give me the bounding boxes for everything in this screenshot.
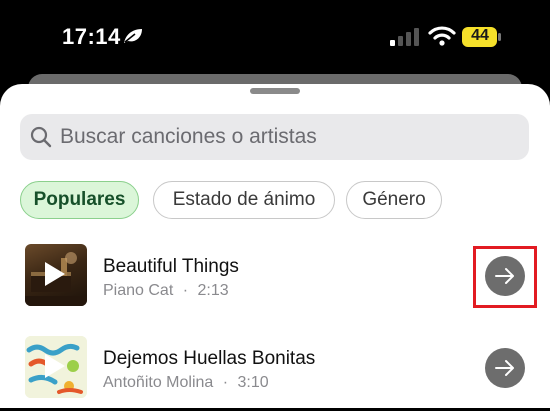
- filter-chip-populares[interactable]: Populares: [20, 181, 139, 219]
- separator-dot: ·: [222, 374, 229, 391]
- arrow-right-icon: [495, 360, 514, 376]
- play-icon: [45, 262, 65, 286]
- status-bar: 17:14 44: [0, 0, 550, 75]
- song-subtitle: Antoñito Molina · 3:10: [103, 374, 269, 392]
- battery-level: 44: [471, 27, 489, 44]
- song-duration: 3:10: [237, 374, 269, 391]
- song-title: Beautiful Things: [103, 256, 239, 277]
- song-row-dejemos-huellas-bonitas[interactable]: Dejemos Huellas Bonitas Antoñito Molina …: [0, 336, 550, 411]
- song-subtitle: Piano Cat · 2:13: [103, 282, 229, 300]
- filter-chip-genero[interactable]: Género: [346, 181, 442, 219]
- separator-dot: ·: [182, 282, 189, 299]
- song-row-beautiful-things[interactable]: Beautiful Things Piano Cat · 2:13: [0, 244, 550, 319]
- select-song-button[interactable]: [485, 348, 525, 388]
- signal-icon: [390, 28, 419, 46]
- filter-chip-estado-de-animo[interactable]: Estado de ánimo: [153, 181, 335, 219]
- song-artist: Piano Cat: [103, 282, 174, 299]
- song-artist: Antoñito Molina: [103, 374, 214, 391]
- search-bar[interactable]: [20, 114, 529, 160]
- play-icon: [45, 354, 65, 378]
- search-input[interactable]: [60, 114, 520, 160]
- song-title: Dejemos Huellas Bonitas: [103, 348, 316, 369]
- album-cover[interactable]: [25, 336, 87, 398]
- status-time: 17:14: [62, 24, 121, 49]
- sheet-grabber[interactable]: [250, 88, 300, 94]
- leaf-icon: [124, 29, 142, 43]
- album-cover[interactable]: [25, 244, 87, 306]
- song-picker-sheet: Populares Estado de ánimo Género Beautif…: [0, 84, 550, 408]
- wifi-icon: [428, 26, 456, 46]
- search-icon: [30, 126, 52, 148]
- highlight-box: [473, 246, 537, 308]
- song-duration: 2:13: [197, 282, 229, 299]
